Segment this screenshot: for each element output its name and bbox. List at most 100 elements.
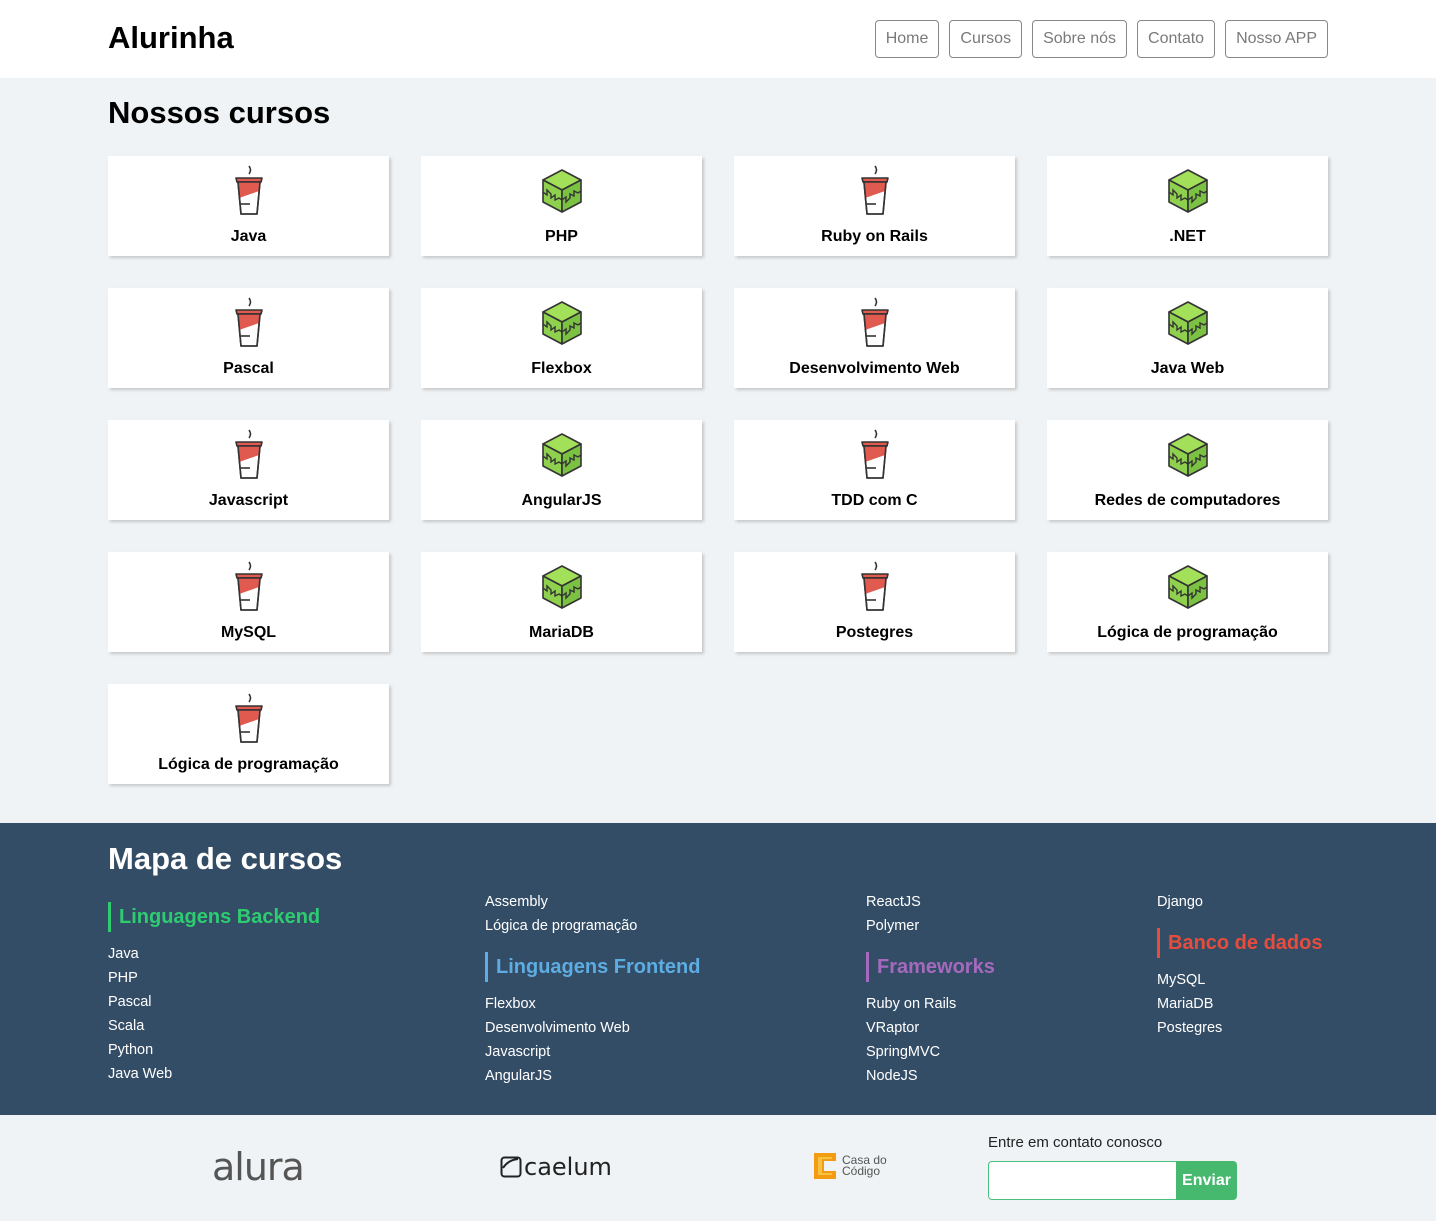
course-card[interactable]: Pascal	[108, 288, 389, 388]
course-card[interactable]: PHP	[421, 156, 702, 256]
course-card-label: Redes de computadores	[1094, 492, 1281, 509]
map-course-link[interactable]: Scala	[108, 1014, 320, 1038]
course-card[interactable]: Postegres	[734, 552, 1015, 652]
course-card-label: Javascript	[208, 492, 289, 509]
course-card-label: Lógica de programação	[1097, 624, 1278, 641]
main-nav: Home Cursos Sobre nós Contato Nosso APP	[874, 20, 1328, 58]
send-button[interactable]: Enviar	[1176, 1161, 1237, 1200]
map-course-link[interactable]: Java	[108, 942, 320, 966]
course-card[interactable]: Lógica de programação	[1047, 552, 1328, 652]
cup-icon	[860, 429, 889, 479]
cup-icon	[860, 165, 889, 215]
course-card-label: Ruby on Rails	[821, 228, 928, 245]
course-card[interactable]: Redes de computadores	[1047, 420, 1328, 520]
map-course-link[interactable]: Postegres	[1157, 1016, 1322, 1040]
category-backend[interactable]: Linguagens Backend	[108, 902, 320, 932]
cube-icon	[1167, 565, 1208, 609]
course-card[interactable]: Java	[108, 156, 389, 256]
category-frameworks[interactable]: Frameworks	[866, 952, 995, 982]
caelum-logo-text: caelum	[524, 1153, 612, 1181]
map-course-link[interactable]: Django	[1157, 890, 1322, 914]
map-course-link[interactable]: Desenvolvimento Web	[485, 1016, 700, 1040]
course-card[interactable]: Desenvolvimento Web	[734, 288, 1015, 388]
map-course-link[interactable]: Pascal	[108, 990, 320, 1014]
map-course-link[interactable]: ReactJS	[866, 890, 995, 914]
map-course-link[interactable]: Lógica de programação	[485, 914, 700, 938]
map-course-link[interactable]: Flexbox	[485, 992, 700, 1016]
map-course-link[interactable]: Polymer	[866, 914, 995, 938]
course-card-label: Java Web	[1150, 360, 1225, 377]
cube-icon	[1167, 301, 1208, 345]
contact-email-input[interactable]	[988, 1161, 1177, 1200]
map-course-link[interactable]: VRaptor	[866, 1016, 995, 1040]
cup-icon	[860, 561, 889, 611]
cup-icon	[234, 165, 263, 215]
cup-icon	[234, 429, 263, 479]
course-card[interactable]: Javascript	[108, 420, 389, 520]
map-course-link[interactable]: Python	[108, 1038, 320, 1062]
nav-app-button[interactable]: Nosso APP	[1225, 20, 1328, 58]
map-course-link[interactable]: SpringMVC	[866, 1040, 995, 1064]
casa-do-codigo-logo[interactable]: Casa do Código	[812, 1151, 887, 1181]
course-card[interactable]: MariaDB	[421, 552, 702, 652]
map-course-link[interactable]: AngularJS	[485, 1064, 700, 1088]
map-course-link[interactable]: Java Web	[108, 1062, 320, 1086]
map-title: Mapa de cursos	[108, 841, 343, 876]
cube-icon	[1167, 433, 1208, 477]
cup-icon	[860, 297, 889, 347]
course-card-label: Pascal	[223, 360, 274, 377]
course-card[interactable]: AngularJS	[421, 420, 702, 520]
col4-top-list: Django	[1157, 890, 1322, 914]
nav-home-button[interactable]: Home	[874, 20, 940, 58]
course-card[interactable]: Ruby on Rails	[734, 156, 1015, 256]
database-list: MySQL MariaDB Postegres	[1157, 968, 1322, 1040]
col3-top-list: ReactJS Polymer	[866, 890, 995, 938]
caelum-logo[interactable]: caelum	[500, 1153, 612, 1181]
alura-logo[interactable]: alura	[212, 1145, 305, 1189]
course-card-label: MariaDB	[529, 624, 594, 641]
nav-sobre-button[interactable]: Sobre nós	[1032, 20, 1128, 58]
course-card[interactable]: .NET	[1047, 156, 1328, 256]
cup-icon	[234, 297, 263, 347]
course-card[interactable]: Lógica de programação	[108, 684, 389, 784]
course-card-label: Desenvolvimento Web	[789, 360, 960, 377]
course-card-label: AngularJS	[521, 492, 602, 509]
map-course-link[interactable]: MariaDB	[1157, 992, 1322, 1016]
map-column-frameworks: ReactJS Polymer Frameworks Ruby on Rails V…	[866, 890, 995, 1088]
course-card-label: Postegres	[835, 624, 914, 641]
map-course-link[interactable]: NodeJS	[866, 1064, 995, 1088]
cube-icon	[541, 433, 582, 477]
course-card-label: Lógica de programação	[158, 756, 339, 773]
map-column-frontend: Assembly Lógica de programação Linguagens…	[485, 890, 700, 1088]
course-card[interactable]: Java Web	[1047, 288, 1328, 388]
course-card[interactable]: TDD com C	[734, 420, 1015, 520]
footer: alura caelum Casa do Código Entre em con…	[0, 1115, 1436, 1221]
map-course-link[interactable]: Assembly	[485, 890, 700, 914]
cup-icon	[234, 561, 263, 611]
contact-label: Entre em contato conosco	[988, 1134, 1163, 1151]
map-course-link[interactable]: Ruby on Rails	[866, 992, 995, 1016]
site-logo[interactable]: Alurinha	[108, 20, 234, 56]
backend-list: Java PHP Pascal Scala Python Java Web	[108, 942, 320, 1086]
category-frontend[interactable]: Linguagens Frontend	[485, 952, 700, 982]
course-card-label: Java	[230, 228, 267, 245]
codigo-text: Código	[842, 1164, 881, 1178]
map-column-backend: Linguagens Backend Java PHP Pascal Scala Pyt…	[108, 902, 320, 1086]
casa-do-codigo-mark-icon	[814, 1153, 836, 1179]
header: Alurinha Home Cursos Sobre nós Contato N…	[0, 0, 1436, 78]
course-card[interactable]: MySQL	[108, 552, 389, 652]
course-grid: Java PHP Ruby on Rails .NET Pascal Flexb…	[108, 156, 1329, 784]
nav-contato-button[interactable]: Contato	[1137, 20, 1216, 58]
map-course-link[interactable]: PHP	[108, 966, 320, 990]
map-course-link[interactable]: MySQL	[1157, 968, 1322, 992]
alura-logo-text: alura	[212, 1145, 305, 1189]
cube-icon	[541, 169, 582, 213]
nav-cursos-button[interactable]: Cursos	[949, 20, 1023, 58]
course-map: Mapa de cursos Linguagens Backend Java PH…	[0, 823, 1436, 1115]
map-course-link[interactable]: Javascript	[485, 1040, 700, 1064]
course-card-label: Flexbox	[531, 360, 592, 377]
frontend-list: Flexbox Desenvolvimento Web Javascript Angu…	[485, 992, 700, 1088]
course-card[interactable]: Flexbox	[421, 288, 702, 388]
frameworks-list: Ruby on Rails VRaptor SpringMVC NodeJS	[866, 992, 995, 1088]
category-database[interactable]: Banco de dados	[1157, 928, 1322, 958]
